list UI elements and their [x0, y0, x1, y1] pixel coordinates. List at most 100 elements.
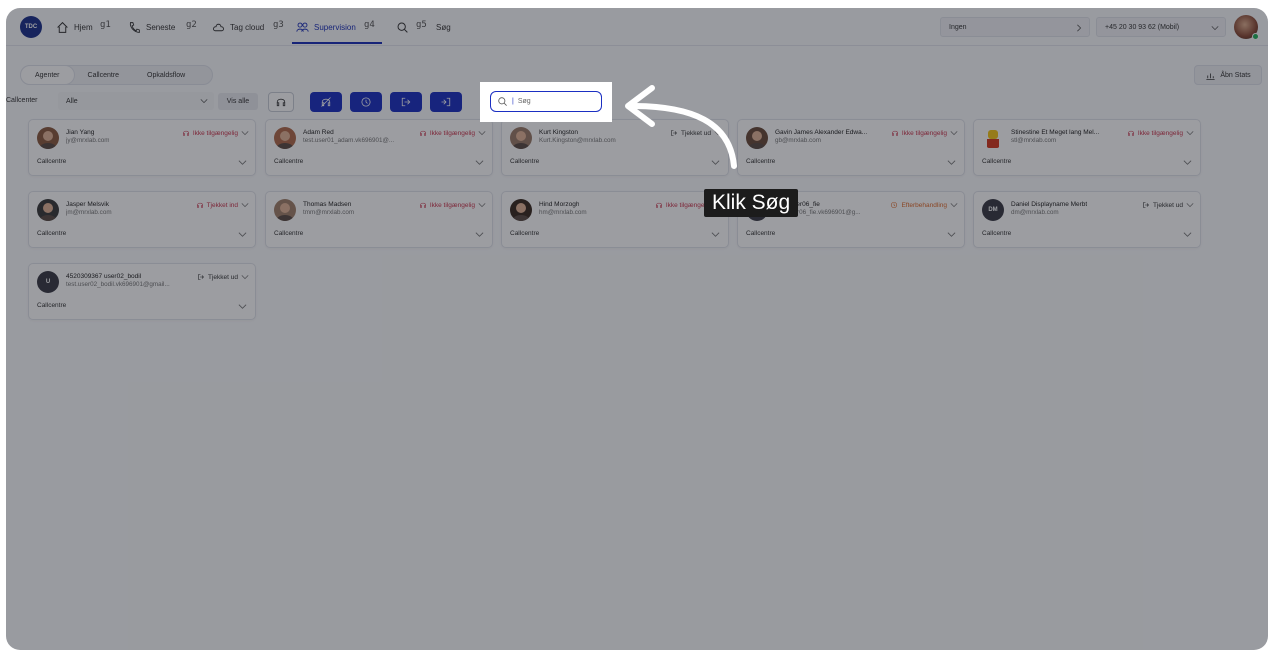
- tab-call-flow[interactable]: Opkaldsflow: [133, 66, 199, 84]
- agent-status[interactable]: Ikke tilgængelig: [182, 129, 249, 137]
- nav-tag-cloud-label: Tag cloud: [230, 22, 265, 32]
- agent-name: Jasper Melsvik: [66, 201, 109, 208]
- nav-search-shortcut: g5: [416, 20, 427, 30]
- nav-recent-shortcut: g2: [186, 20, 197, 30]
- agent-card[interactable]: Gavin James Alexander Edwa... gb@mrxlab.…: [737, 119, 965, 176]
- show-all-button[interactable]: Vis alle: [218, 93, 258, 110]
- chevron-down-icon[interactable]: [238, 158, 247, 167]
- chevron-down-icon: [241, 275, 249, 280]
- annotation-arrow-icon: [625, 85, 737, 169]
- agent-card[interactable]: Stinestine Et Meget lang Mel... stl@mrxl…: [973, 119, 1201, 176]
- agent-callcentre: Callcentre: [746, 230, 776, 237]
- status-icon: [198, 274, 204, 280]
- agent-status-label: Tjekket ind: [206, 201, 238, 209]
- tab-callcentre[interactable]: Callcentre: [74, 66, 134, 84]
- tab-agents[interactable]: Agenter: [21, 66, 74, 84]
- view-tabs: Agenter Callcentre Opkaldsflow: [20, 65, 213, 85]
- headset-filter-button[interactable]: [268, 92, 294, 112]
- home-icon: [57, 21, 68, 33]
- clock-filter-button[interactable]: [350, 92, 382, 112]
- agent-name: Jian Yang: [66, 129, 95, 136]
- agent-name: Daniel Displayname Merbt: [1011, 201, 1088, 208]
- avatar-initials: DM: [988, 207, 998, 213]
- agent-card[interactable]: Jasper Melsvik jm@mrxlab.com Tjekket ind…: [28, 191, 256, 248]
- chevron-down-icon[interactable]: [711, 230, 720, 239]
- agent-callcentre: Callcentre: [274, 158, 304, 165]
- agent-email: jm@mrxlab.com: [66, 209, 112, 216]
- nav-recent[interactable]: Seneste: [128, 19, 175, 35]
- chevron-down-icon[interactable]: [238, 230, 247, 239]
- agent-name: Kurt Kingston: [539, 129, 579, 136]
- open-stats-button[interactable]: Åbn Stats: [1194, 65, 1262, 85]
- callcenter-select[interactable]: Alle: [58, 92, 214, 110]
- avatar: [510, 127, 532, 149]
- chevron-down-icon: [950, 203, 958, 208]
- chevron-down-icon: [950, 131, 958, 136]
- nav-supervision[interactable]: Supervision: [296, 19, 356, 35]
- nav-home[interactable]: Hjem: [56, 19, 93, 35]
- unavailable-filter-button[interactable]: [310, 92, 342, 112]
- agent-status-label: Efterbehandling: [901, 201, 947, 209]
- agent-status[interactable]: Tjekket ud: [197, 273, 249, 281]
- chevron-down-icon[interactable]: [947, 158, 956, 167]
- agent-status[interactable]: Ikke tilgængelig: [419, 201, 486, 209]
- checked-in-filter-button[interactable]: [430, 92, 462, 112]
- avatar: [274, 199, 296, 221]
- agent-card[interactable]: DM Daniel Displayname Merbt dm@mrxlab.co…: [973, 191, 1201, 248]
- agent-status-label: Ikke tilgængelig: [901, 129, 947, 137]
- avatar: [37, 199, 59, 221]
- avatar: DM: [982, 199, 1004, 221]
- chevron-down-icon[interactable]: [1183, 158, 1192, 167]
- status-icon: [1143, 202, 1149, 208]
- agent-callcentre: Callcentre: [510, 230, 540, 237]
- status-icon: [183, 130, 189, 136]
- nav-home-shortcut: g1: [100, 20, 111, 30]
- cloud-icon: [213, 23, 224, 31]
- user-avatar[interactable]: [1234, 15, 1259, 40]
- tdc-logo: TDC: [20, 16, 42, 38]
- avatar-initials: U: [45, 279, 51, 285]
- headset-icon: [276, 98, 286, 107]
- agent-status[interactable]: Ikke tilgængelig: [891, 129, 958, 137]
- photo-avatar-icon: [512, 131, 530, 149]
- login-icon: [441, 97, 451, 107]
- agent-status-label: Ikke tilgængelig: [192, 129, 238, 137]
- status-icon: [891, 201, 898, 209]
- nav-tag-cloud-shortcut: g3: [273, 20, 284, 30]
- chevron-down-icon[interactable]: [1183, 230, 1192, 239]
- checked-out-filter-button[interactable]: [390, 92, 422, 112]
- status-select-value: Ingen: [949, 23, 967, 31]
- active-tab-underline: [292, 42, 382, 44]
- nav-tag-cloud[interactable]: Tag cloud: [212, 19, 264, 35]
- agent-status[interactable]: Tjekket ind: [196, 201, 249, 209]
- nav-recent-label: Seneste: [146, 22, 176, 32]
- agent-card[interactable]: U 4520309367 user02_bodil test.user02_bo…: [28, 263, 256, 320]
- chevron-down-icon[interactable]: [475, 158, 484, 167]
- phone-select[interactable]: +45 20 30 93 62 (Mobil): [1096, 17, 1226, 37]
- nav-search[interactable]: [396, 19, 409, 35]
- nav-supervision-shortcut: g4: [364, 20, 375, 30]
- chevron-down-icon[interactable]: [947, 230, 956, 239]
- search-icon: [397, 22, 408, 33]
- chevron-down-icon[interactable]: [238, 302, 247, 311]
- chevron-down-icon: [478, 203, 486, 208]
- agent-card[interactable]: Jian Yang jy@mrxlab.com Ikke tilgængelig…: [28, 119, 256, 176]
- agent-status[interactable]: Tjekket ud: [1142, 201, 1194, 209]
- nav-search-label[interactable]: Søg: [436, 19, 451, 35]
- agent-card[interactable]: Hind Morzogh hm@mrxlab.com Ikke tilgænge…: [501, 191, 729, 248]
- chevron-down-icon: [200, 99, 208, 104]
- photo-avatar-icon: [276, 131, 294, 149]
- agent-email: hm@mrxlab.com: [539, 209, 587, 216]
- agent-callcentre: Callcentre: [37, 158, 67, 165]
- agent-status[interactable]: Ikke tilgængelig: [419, 129, 486, 137]
- agent-card[interactable]: Adam Red test.user01_adam.vk696901@... I…: [265, 119, 493, 176]
- chevron-down-icon[interactable]: [475, 230, 484, 239]
- agent-status[interactable]: Efterbehandling: [890, 201, 958, 209]
- people-icon: [296, 22, 309, 32]
- agent-status[interactable]: Ikke tilgængelig: [1127, 129, 1194, 137]
- search-input[interactable]: | Søg: [490, 91, 602, 112]
- agent-status-label: Ikke tilgængelig: [429, 129, 475, 137]
- status-select[interactable]: Ingen: [940, 17, 1090, 37]
- agent-email: tmm@mrxlab.com: [303, 209, 355, 216]
- agent-card[interactable]: Thomas Madsen tmm@mrxlab.com Ikke tilgæn…: [265, 191, 493, 248]
